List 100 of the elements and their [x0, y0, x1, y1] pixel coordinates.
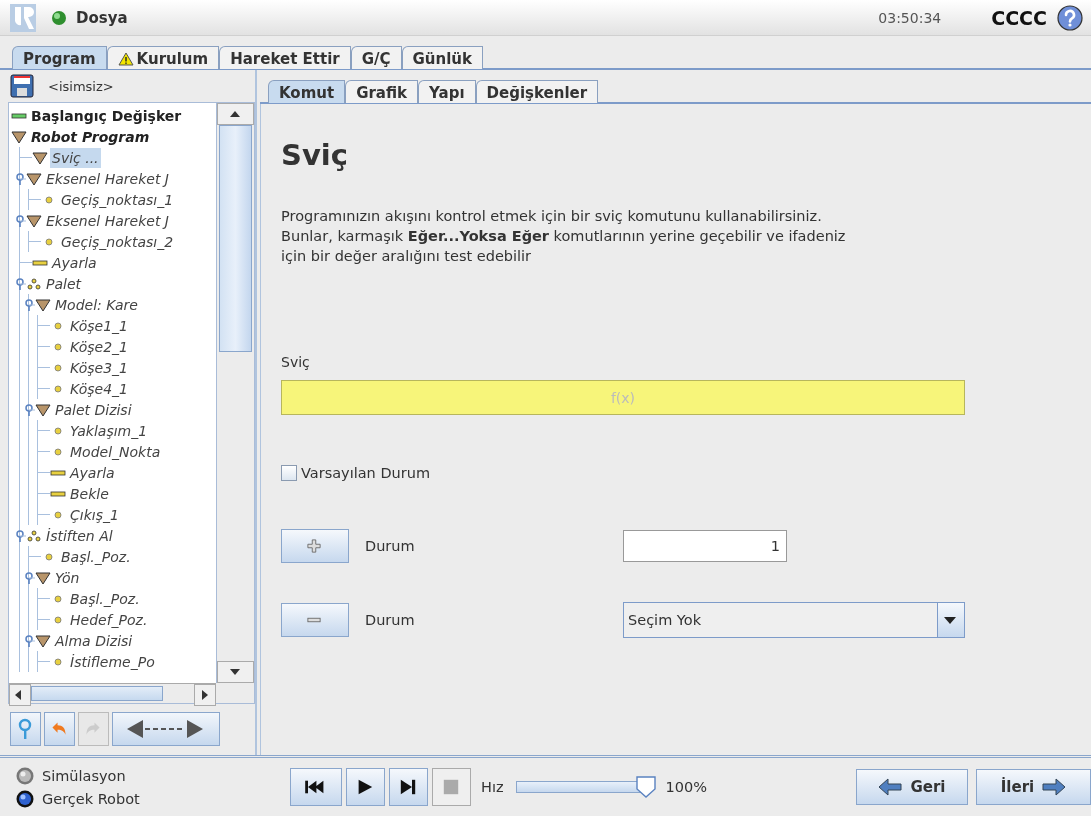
add-button[interactable] — [281, 529, 349, 563]
triangle-icon — [11, 129, 27, 144]
slider-thumb[interactable] — [635, 776, 656, 798]
tab[interactable]: Yapı — [418, 80, 476, 103]
file-menu[interactable]: Dosya — [76, 8, 128, 27]
arrow-left-icon — [878, 778, 903, 796]
tree-item[interactable]: Palet — [44, 273, 83, 294]
arrow-right-icon — [1042, 778, 1067, 796]
skip-forward-icon — [399, 777, 416, 797]
tab[interactable]: G/Ç — [350, 46, 402, 69]
expand-handle-icon[interactable] — [14, 172, 26, 185]
checkbox[interactable] — [281, 465, 297, 481]
tree-item[interactable]: Başlangıç Değişker — [29, 105, 184, 126]
play-icon — [356, 777, 373, 797]
command-title: Sviç — [281, 138, 349, 172]
search-button[interactable] — [10, 712, 41, 746]
dots-icon — [26, 276, 42, 291]
triangle-icon — [35, 570, 51, 585]
step-button[interactable] — [389, 768, 428, 806]
tree-item[interactable]: Çıkış_1 — [68, 504, 121, 525]
tree-item[interactable]: Eksenel Hareket J — [44, 210, 171, 231]
tree-item[interactable]: Hedef_Poz. — [68, 609, 150, 630]
warning-icon — [117, 52, 134, 66]
plus-icon — [306, 539, 322, 553]
tree-item[interactable]: İstiften Al — [44, 525, 115, 546]
tree-item[interactable]: Model_Nokta — [68, 441, 163, 462]
tab[interactable]: Kurulum — [106, 46, 220, 69]
tree-item[interactable]: Ayarla — [50, 252, 99, 273]
tree-item[interactable]: İstifleme_Po — [68, 651, 157, 672]
expand-handle-icon[interactable] — [23, 298, 35, 311]
next-button[interactable]: İleri — [976, 769, 1091, 805]
triangle-icon — [26, 171, 42, 186]
tree-item[interactable]: Başl._Poz. — [68, 588, 142, 609]
tree-item[interactable]: Köşe2_1 — [68, 336, 130, 357]
search-icon — [16, 717, 33, 741]
mode-label: Simülasyon — [42, 767, 126, 784]
tree-item[interactable]: Robot Program — [29, 126, 152, 147]
dropdown-button[interactable] — [937, 603, 964, 637]
tab[interactable]: Program — [12, 46, 107, 69]
tree-item[interactable]: Ayarla — [68, 462, 117, 483]
tree-item[interactable]: Palet Dizisi — [53, 399, 134, 420]
triangle-icon — [35, 402, 51, 417]
robot-name: CCCC — [991, 6, 1047, 29]
case-label: Durum — [365, 612, 416, 628]
save-icon[interactable] — [10, 74, 34, 98]
expand-handle-icon[interactable] — [23, 403, 35, 416]
tree-item[interactable]: Yön — [53, 567, 82, 588]
tree-item[interactable]: Yaklaşım_1 — [68, 420, 150, 441]
tab[interactable]: Komut — [268, 80, 346, 103]
speed-reading: 100% — [665, 779, 707, 795]
triangle-icon — [32, 150, 48, 165]
tab[interactable]: Grafik — [345, 80, 419, 103]
logo-icon — [10, 3, 36, 32]
scrollbar-corner — [216, 683, 254, 703]
mode-label: Gerçek Robot — [42, 790, 140, 807]
tree-item[interactable]: Bekle — [68, 483, 111, 504]
rewind-button[interactable] — [290, 768, 342, 806]
undo-button[interactable] — [44, 712, 75, 746]
tree-item[interactable]: Geçiş_noktası_2 — [59, 231, 176, 252]
stop-icon — [442, 777, 459, 797]
play-button[interactable] — [346, 768, 385, 806]
file-name: <isimsiz> — [48, 78, 114, 94]
double-arrow-icon — [125, 719, 205, 739]
tab[interactable]: Değişkenler — [475, 80, 599, 103]
remove-button[interactable] — [281, 603, 349, 637]
triangle-icon — [35, 633, 51, 648]
tree-item[interactable]: Köşe4_1 — [68, 378, 130, 399]
tree-item[interactable]: Eksenel Hareket J — [44, 168, 171, 189]
tree-item[interactable]: Köşe3_1 — [68, 357, 130, 378]
expand-handle-icon[interactable] — [23, 571, 35, 584]
radio-on-icon[interactable] — [16, 789, 34, 808]
back-button[interactable]: Geri — [856, 769, 968, 805]
expand-handle-icon[interactable] — [23, 634, 35, 647]
tab[interactable]: Günlük — [401, 46, 483, 69]
tree-item[interactable]: Geçiş_noktası_1 — [59, 189, 176, 210]
tab[interactable]: Hareket Ettir — [219, 46, 351, 69]
tree-item[interactable]: Köşe1_1 — [68, 315, 130, 336]
description-text: Programınızın akışını kontrol etmek için bir sviç komutunu kullanabilirsiniz. Bunlar, karmaşık Eğer...Yoksa Eğer komutlarının yerine geçebilir ve ifadeniz için bir değer aralığını test edebilir — [281, 207, 847, 266]
checkbox-label: Varsayılan Durum — [301, 465, 431, 481]
switch-label: Sviç — [281, 354, 311, 370]
tree-item[interactable]: Alma Dizisi — [53, 630, 135, 651]
horizontal-scrollbar[interactable] — [9, 683, 216, 703]
expand-handle-icon[interactable] — [14, 277, 26, 290]
clock-time: 03:50:34 — [878, 9, 942, 26]
case-label: Durum — [365, 538, 416, 554]
status-dot-icon — [52, 10, 66, 25]
expand-handle-icon[interactable] — [14, 214, 26, 227]
expand-handle-icon[interactable] — [14, 529, 26, 542]
dots-icon — [26, 528, 42, 543]
help-icon[interactable] — [1057, 4, 1083, 31]
triangle-icon — [26, 213, 42, 228]
case-value-field[interactable]: 1 — [623, 530, 787, 562]
speed-label: Hız — [481, 779, 504, 795]
resize-button[interactable] — [112, 712, 220, 746]
tree-item[interactable]: Başl._Poz. — [59, 546, 133, 567]
vertical-scrollbar[interactable] — [216, 103, 254, 683]
triangle-icon — [35, 297, 51, 312]
tree-item[interactable]: Sviç ... — [50, 147, 101, 168]
tree-item[interactable]: Model: Kare — [53, 294, 140, 315]
radio-off-icon[interactable] — [16, 766, 34, 785]
